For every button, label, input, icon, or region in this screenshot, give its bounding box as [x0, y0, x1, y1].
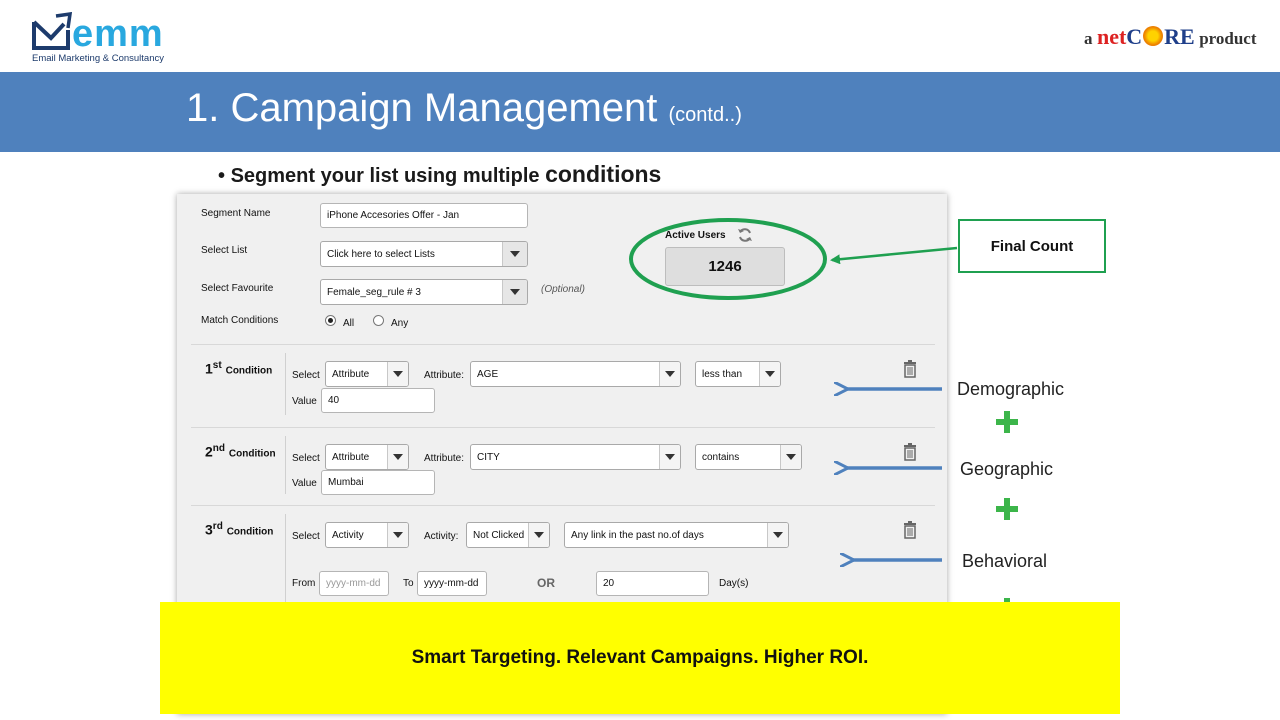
- demographic-label: Demographic: [957, 379, 1065, 399]
- final-count-arrow: [830, 246, 958, 265]
- geographic-label: Geographic: [960, 459, 1054, 479]
- final-count-label: Final Count: [958, 219, 1106, 273]
- active-users-highlight-ellipse: [629, 218, 827, 300]
- tagline-banner: Smart Targeting. Relevant Campaigns. Hig…: [160, 602, 1120, 714]
- plus-icon: [996, 498, 1018, 520]
- behavioral-label: Behavioral: [962, 551, 1048, 571]
- plus-icon: [996, 411, 1018, 433]
